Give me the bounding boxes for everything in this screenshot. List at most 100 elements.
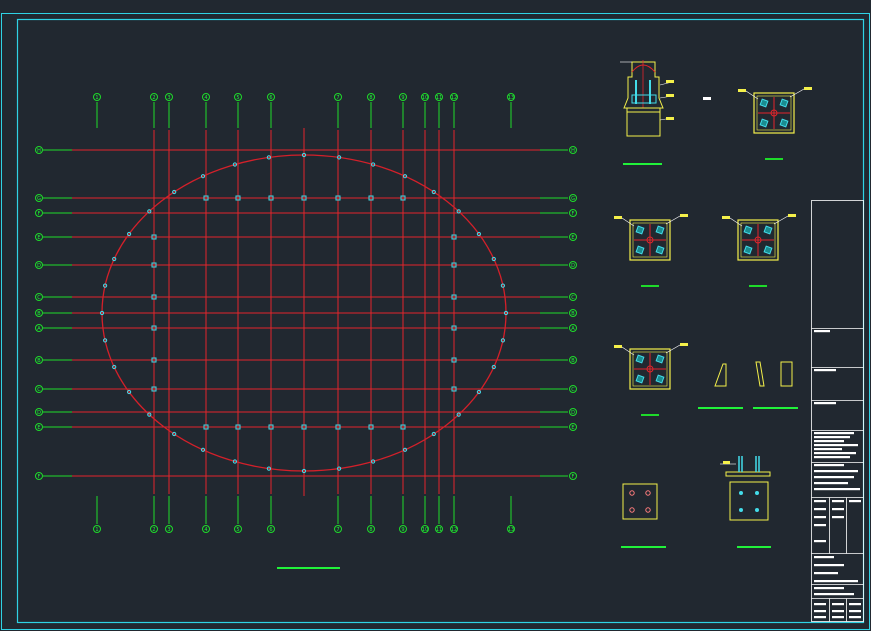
- svg-text:3: 3: [167, 527, 170, 533]
- title-block-text-line: [814, 470, 858, 473]
- title-block-text-line: [814, 593, 854, 596]
- svg-text:C: C: [37, 387, 41, 393]
- axis-bubble-top: 11: [435, 93, 443, 101]
- svg-text:2: 2: [152, 527, 155, 533]
- svg-text:9: 9: [401, 95, 404, 101]
- svg-text:6: 6: [269, 95, 272, 101]
- svg-text:E: E: [571, 235, 574, 241]
- title-block-text-line: [832, 616, 844, 619]
- svg-text:E: E: [37, 235, 40, 241]
- svg-text:F: F: [572, 474, 575, 480]
- svg-text:D: D: [37, 410, 41, 416]
- title-block-text-line: [814, 603, 826, 606]
- title-block-text-line: [814, 580, 858, 583]
- svg-text:2: 2: [152, 95, 155, 101]
- svg-text:F: F: [38, 211, 41, 217]
- title-block-text-line: [814, 540, 826, 543]
- svg-text:4: 4: [204, 95, 207, 101]
- svg-text:7: 7: [336, 527, 339, 533]
- title-block-text-line: [832, 500, 844, 503]
- svg-text:13: 13: [508, 95, 514, 101]
- title-block-text-line: [814, 482, 848, 485]
- title-block-text-line: [814, 587, 844, 590]
- svg-text:C: C: [571, 387, 575, 393]
- cad-drawing: 1122334455667788991010111112121313H HG GF F…: [0, 0, 871, 631]
- title-block-text-line: [814, 616, 826, 619]
- title-block-text-line: [814, 508, 826, 511]
- svg-text:D: D: [571, 263, 575, 269]
- title-block-text-line: [814, 572, 838, 575]
- svg-text:7: 7: [336, 95, 339, 101]
- svg-text:E: E: [37, 425, 40, 431]
- svg-text:B: B: [37, 311, 41, 317]
- title-block-text-line: [849, 616, 861, 619]
- title-block-text-line: [814, 464, 844, 467]
- svg-text:5: 5: [236, 527, 239, 533]
- title-block-text-line: [832, 610, 844, 613]
- title-block-text-line: [832, 603, 844, 606]
- svg-text:1: 1: [95, 527, 98, 533]
- axis-bubble-top: 13: [507, 93, 515, 101]
- svg-text:12: 12: [451, 527, 457, 533]
- svg-text:10: 10: [422, 95, 428, 101]
- title-block-text-line: [814, 330, 830, 333]
- axis-bubble-top: 12: [450, 93, 458, 101]
- axis-bubble-bottom: 11: [435, 525, 443, 533]
- svg-text:B: B: [571, 311, 575, 317]
- svg-text:8: 8: [369, 95, 372, 101]
- svg-text:13: 13: [508, 527, 514, 533]
- title-block-text-line: [832, 516, 844, 519]
- svg-text:6: 6: [269, 527, 272, 533]
- title-block-text-line: [814, 564, 844, 567]
- svg-text:F: F: [38, 474, 41, 480]
- svg-text:8: 8: [369, 527, 372, 533]
- title-block-text-line: [814, 444, 858, 447]
- svg-text:E: E: [571, 425, 574, 431]
- svg-text:C: C: [37, 295, 41, 301]
- title-block-text-line: [814, 440, 844, 443]
- svg-text:9: 9: [401, 527, 404, 533]
- svg-text:11: 11: [436, 527, 442, 533]
- title-block-text-line: [814, 432, 854, 435]
- title-block-text-line: [814, 456, 850, 459]
- title-block-text-line: [814, 402, 836, 405]
- svg-text:3: 3: [167, 95, 170, 101]
- title-block-text-line: [814, 476, 854, 479]
- title-block-text-line: [814, 610, 826, 613]
- axis-bubble-bottom: 10: [421, 525, 429, 533]
- axis-bubble-bottom: 13: [507, 525, 515, 533]
- title-block-text-line: [814, 556, 834, 559]
- svg-text:G: G: [37, 196, 41, 202]
- svg-text:B: B: [37, 358, 41, 364]
- title-block-text-line: [814, 448, 842, 451]
- svg-text:A: A: [37, 326, 41, 332]
- svg-text:10: 10: [422, 527, 428, 533]
- title-block-text-line: [849, 603, 861, 606]
- svg-text:D: D: [37, 263, 41, 269]
- title-block-text-line: [814, 488, 860, 491]
- svg-text:H: H: [37, 148, 41, 154]
- svg-text:D: D: [571, 410, 575, 416]
- title-block-text-line: [814, 500, 826, 503]
- svg-text:F: F: [572, 211, 575, 217]
- svg-text:1: 1: [95, 95, 98, 101]
- svg-text:G: G: [571, 196, 575, 202]
- title-block-text-line: [814, 369, 836, 372]
- title-block-text-line: [849, 500, 861, 503]
- svg-text:B: B: [571, 358, 575, 364]
- svg-text:12: 12: [451, 95, 457, 101]
- svg-text:11: 11: [436, 95, 442, 101]
- svg-text:A: A: [571, 326, 575, 332]
- axis-bubble-bottom: 12: [450, 525, 458, 533]
- axis-bubble-top: 10: [421, 93, 429, 101]
- title-block-text-line: [814, 524, 826, 527]
- title-block-text-line: [814, 452, 856, 455]
- svg-text:H: H: [571, 148, 575, 154]
- svg-text:C: C: [571, 295, 575, 301]
- title-block-text-line: [832, 508, 844, 511]
- svg-text:4: 4: [204, 527, 207, 533]
- title-block-text-line: [849, 610, 861, 613]
- title-block-text-line: [814, 516, 826, 519]
- svg-text:5: 5: [236, 95, 239, 101]
- title-block-text-line: [814, 436, 850, 439]
